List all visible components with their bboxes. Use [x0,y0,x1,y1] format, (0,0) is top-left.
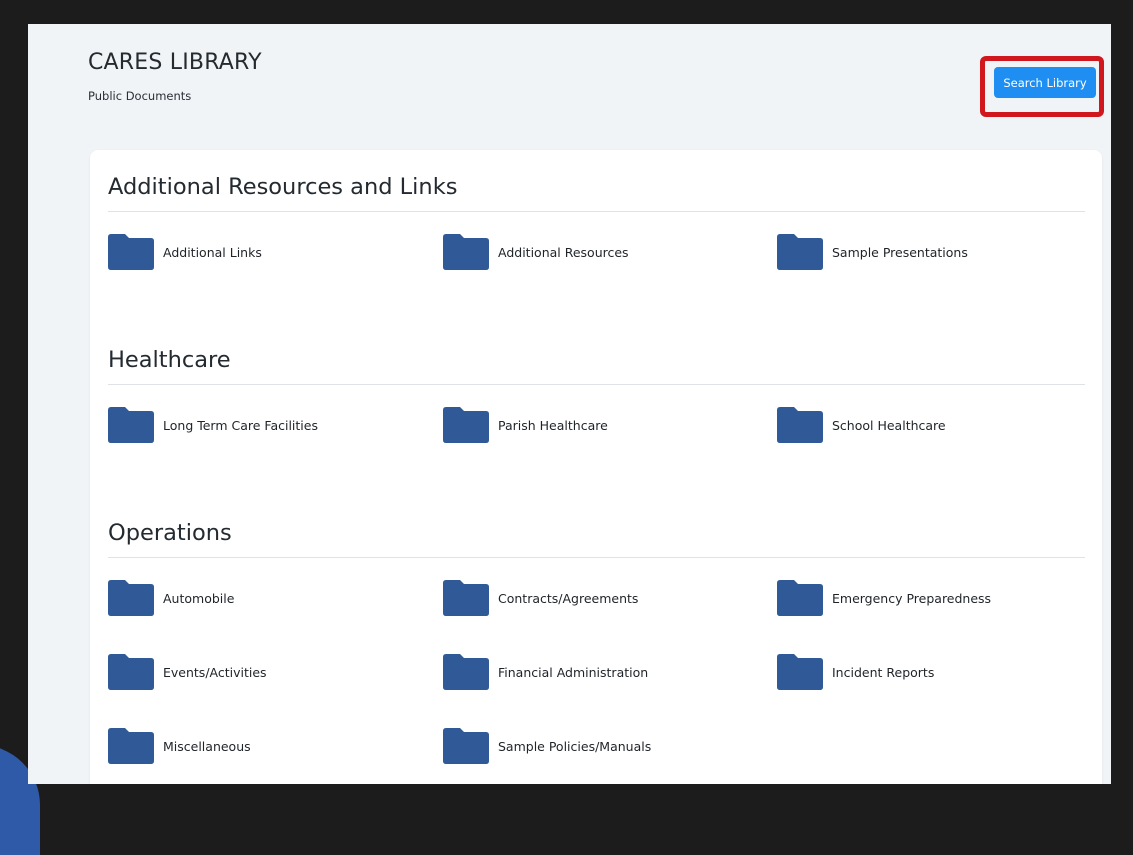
section-heading: Additional Resources and Links [108,174,1085,212]
folder-label: Long Term Care Facilities [163,417,318,433]
folder-label: Sample Policies/Manuals [498,738,652,754]
folder-item[interactable]: Sample Policies/Manuals [443,726,763,766]
folder-label: Financial Administration [498,664,649,680]
folder-item[interactable]: Additional Links [108,232,428,272]
folder-item[interactable]: Financial Administration [443,652,763,692]
folder-label: Incident Reports [832,664,935,680]
folder-icon [443,580,489,616]
folder-label: Emergency Preparedness [832,590,992,606]
page-title: CARES LIBRARY [88,50,262,75]
folder-item[interactable]: Events/Activities [108,652,428,692]
folder-icon [443,728,489,764]
folder-icon [777,407,823,443]
folder-icon [108,654,154,690]
folder-label: Additional Resources [498,244,629,260]
folder-icon [443,234,489,270]
folder-item[interactable]: Parish Healthcare [443,405,763,445]
folder-label: Events/Activities [163,664,267,680]
library-window: CARES LIBRARY Public Documents Search Li… [28,24,1111,784]
folder-label: School Healthcare [832,417,946,433]
folder-label: Miscellaneous [163,738,251,754]
folder-icon [108,234,154,270]
folder-item[interactable]: Automobile [108,578,428,618]
page-subtitle: Public Documents [88,89,192,103]
folder-icon [108,407,154,443]
folder-icon [443,654,489,690]
folder-label: Parish Healthcare [498,417,608,433]
folder-label: Sample Presentations [832,244,968,260]
folder-icon [108,580,154,616]
folder-icon [777,654,823,690]
folder-item[interactable]: Contracts/Agreements [443,578,763,618]
folder-label: Additional Links [163,244,262,260]
folder-icon [777,580,823,616]
section-operations: Operations Automobile Contracts/Agreement… [108,520,1085,764]
folder-item[interactable]: Additional Resources [443,232,763,272]
folder-icon [443,407,489,443]
folder-label: Automobile [163,590,235,606]
library-card: Additional Resources and Links Additiona… [90,150,1102,784]
folder-item[interactable]: Emergency Preparedness [777,578,1097,618]
section-heading: Healthcare [108,347,1085,385]
folder-label: Contracts/Agreements [498,590,639,606]
section-healthcare: Healthcare Long Term Care Facilities Pari… [108,347,1085,443]
search-library-button[interactable]: Search Library [994,67,1096,98]
folder-icon [108,728,154,764]
folder-item[interactable]: Miscellaneous [108,726,428,766]
section-additional-resources: Additional Resources and Links Additiona… [108,174,1085,270]
folder-item[interactable]: School Healthcare [777,405,1097,445]
folder-item[interactable]: Incident Reports [777,652,1097,692]
folder-item[interactable]: Sample Presentations [777,232,1097,272]
folder-icon [777,234,823,270]
folder-item[interactable]: Long Term Care Facilities [108,405,428,445]
section-heading: Operations [108,520,1085,558]
